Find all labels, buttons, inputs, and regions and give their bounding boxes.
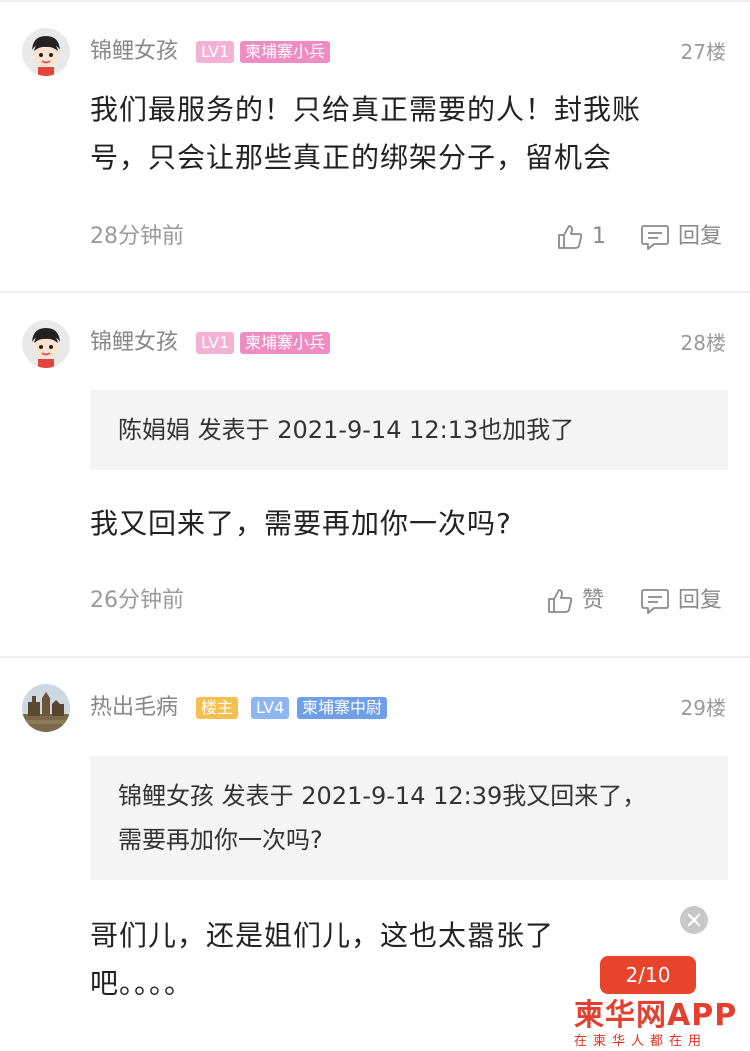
username[interactable]: 锦鲤女孩 — [90, 37, 178, 67]
rank-badge: 柬埔寨小兵 — [240, 332, 331, 354]
level-badge: LV1 — [196, 332, 235, 354]
comment-content: 我又回来了，需要再加你一次吗? — [90, 500, 700, 548]
reply-icon — [641, 589, 669, 614]
floor-number: 27楼 — [680, 40, 726, 64]
reply-label: 回复 — [678, 588, 723, 613]
avatar[interactable] — [22, 684, 70, 732]
quoted-comment[interactable]: 陈娟娟 发表于 2021-9-14 12:13也加我了 — [90, 390, 728, 470]
comment-line: 我们最服务的！只给真正需要的人！封我账 — [90, 93, 642, 126]
username[interactable]: 锦鲤女孩 — [90, 328, 178, 358]
close-button[interactable] — [680, 906, 708, 934]
like-label: 赞 — [582, 588, 605, 613]
rank-badge: 柬埔寨小兵 — [240, 41, 331, 63]
comment-line: 号，只会让那些真正的绑架分子，留机会 — [90, 141, 613, 174]
avatar[interactable] — [22, 28, 70, 76]
cartoon-avatar-icon — [22, 320, 70, 368]
comment-divider — [0, 656, 750, 658]
cartoon-avatar-icon — [22, 28, 70, 76]
username[interactable]: 热出毛病 — [90, 693, 178, 723]
like-button[interactable]: 赞 — [546, 586, 604, 616]
quote-line: 需要再加你一次吗? — [118, 826, 323, 854]
watermark-logo: 柬华网APP 在柬华人都在用 — [568, 990, 750, 1051]
like-button[interactable]: 1 — [556, 222, 606, 252]
rank-badge: 柬埔寨中尉 — [297, 697, 388, 719]
comment-divider — [0, 291, 750, 293]
level-badge: LV4 — [251, 697, 290, 719]
quote-line: 陈娟娟 发表于 2021-9-14 12:13也加我了 — [118, 416, 575, 444]
reply-label: 回复 — [678, 224, 723, 249]
watermark-title: 柬华网APP — [574, 998, 738, 1033]
page-indicator[interactable]: 2/10 — [600, 956, 696, 994]
close-icon — [687, 913, 701, 927]
comment-thread-page: 锦鲤女孩 LV1 柬埔寨小兵 27楼 我们最服务的！只给真正需要的人！封我账 号… — [0, 0, 750, 1051]
comment-line: 我又回来了，需要再加你一次吗? — [90, 507, 512, 540]
level-badge: LV1 — [196, 41, 235, 63]
quote-line: 锦鲤女孩 发表于 2021-9-14 12:39我又回来了， — [118, 782, 647, 810]
thumbs-up-icon — [558, 225, 583, 249]
reply-button[interactable]: 回复 — [640, 586, 722, 616]
quoted-comment[interactable]: 锦鲤女孩 发表于 2021-9-14 12:39我又回来了， 需要再加你一次吗? — [90, 756, 728, 880]
avatar[interactable] — [22, 320, 70, 368]
reply-icon — [641, 225, 669, 250]
floor-number: 29楼 — [680, 696, 726, 720]
top-divider — [0, 0, 750, 2]
thumbs-up-icon — [548, 589, 573, 613]
comment-line: 哥们儿，还是姐们儿，这也太嚣张了 — [90, 919, 555, 952]
reply-button[interactable]: 回复 — [640, 222, 722, 252]
watermark-slogan: 在柬华人都在用 — [574, 1034, 708, 1049]
temple-photo-avatar-icon — [22, 684, 70, 732]
floor-number: 28楼 — [680, 331, 726, 355]
timestamp: 28分钟前 — [90, 224, 184, 249]
thread-starter-badge: 楼主 — [196, 697, 239, 719]
timestamp: 26分钟前 — [90, 588, 184, 613]
comment-content: 我们最服务的！只给真正需要的人！封我账 号，只会让那些真正的绑架分子，留机会 — [90, 86, 700, 182]
like-count: 1 — [592, 224, 606, 249]
